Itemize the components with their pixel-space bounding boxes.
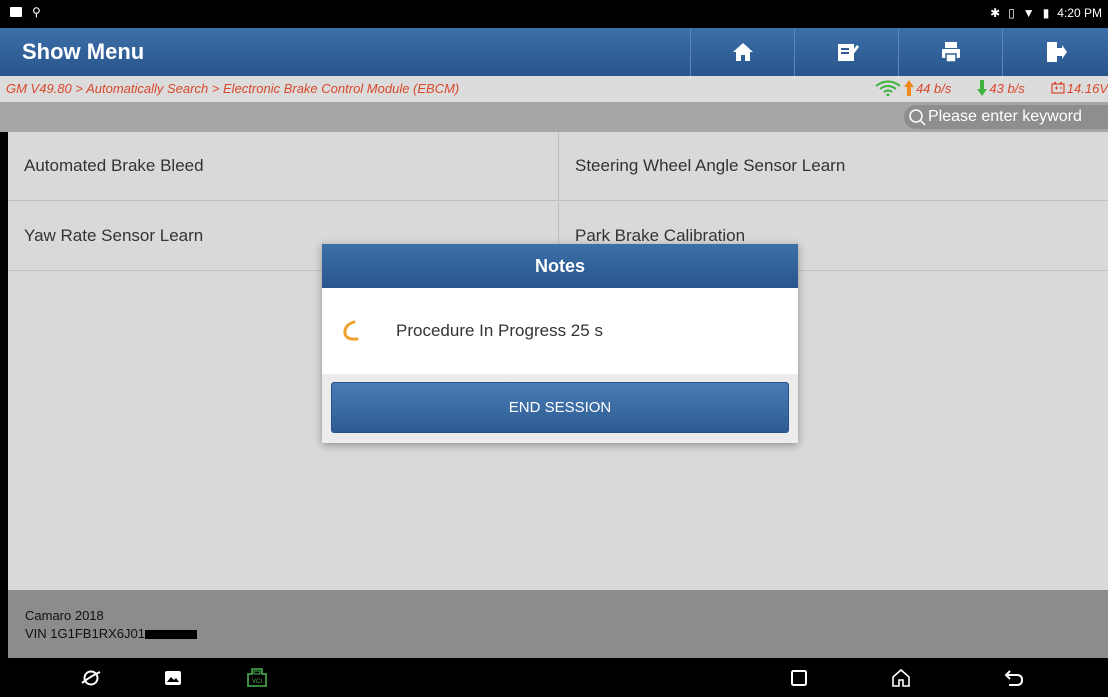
vci-button[interactable]: VCI xyxy=(246,667,268,689)
search-icon xyxy=(909,109,926,126)
menu-item-label: Yaw Rate Sensor Learn xyxy=(24,226,204,245)
home-outline-icon xyxy=(892,668,910,687)
search-placeholder: Please enter keyword xyxy=(928,108,1082,125)
planet-icon xyxy=(81,670,101,686)
menu-item-automated-brake-bleed[interactable]: Automated Brake Bleed xyxy=(8,132,558,201)
home-button[interactable] xyxy=(690,28,794,76)
usb-icon: ⚲ xyxy=(32,5,41,19)
recent-apps-button[interactable] xyxy=(788,667,810,689)
gallery-shortcut-button[interactable] xyxy=(162,667,184,689)
notes-dialog: Notes Procedure In Progress 25 s END SES… xyxy=(322,244,798,443)
back-button[interactable] xyxy=(1003,667,1025,689)
breadcrumb: GM V49.80 > Automatically Search > Elect… xyxy=(0,76,1108,102)
dialog-body: Procedure In Progress 25 s xyxy=(322,288,798,374)
dialog-message: Procedure In Progress 25 s xyxy=(396,321,603,340)
page-title: Show Menu xyxy=(22,39,145,64)
print-button[interactable] xyxy=(898,28,1002,76)
dialog-footer: END SESSION xyxy=(322,374,798,443)
battery-icon: ▮ xyxy=(1042,6,1050,20)
gallery-notification-icon xyxy=(10,7,22,17)
upload-arrow-icon xyxy=(903,80,914,96)
vin-redaction xyxy=(144,630,197,640)
browser-shortcut-button[interactable] xyxy=(80,667,102,689)
edit-report-icon xyxy=(837,44,859,61)
system-nav-bar: VCI xyxy=(0,658,1108,697)
exit-icon xyxy=(1046,42,1067,62)
menu-item-label: Automated Brake Bleed xyxy=(24,156,204,175)
vehicle-model: Camaro 2018 xyxy=(25,608,104,623)
print-icon xyxy=(941,42,960,63)
dialog-title: Notes xyxy=(322,244,798,288)
upload-rate: 44 b/s xyxy=(915,80,952,96)
exit-button[interactable] xyxy=(1002,28,1106,76)
breadcrumb-path: GM V49.80 > Automatically Search > Elect… xyxy=(6,81,460,96)
gallery-icon xyxy=(165,671,181,685)
back-arrow-icon xyxy=(1004,670,1024,686)
edit-report-button[interactable] xyxy=(794,28,898,76)
bluetooth-icon: ✱ xyxy=(990,6,1001,20)
end-session-button[interactable]: END SESSION xyxy=(331,382,789,433)
download-rate: 43 b/s xyxy=(989,80,1025,96)
loading-spinner-icon xyxy=(343,320,359,341)
vehicle-info: Camaro 2018 VIN 1G1FB1RX6J01 xyxy=(8,590,1108,658)
search-input[interactable]: Please enter keyword xyxy=(904,105,1108,129)
wifi-icon: ▼ xyxy=(1022,6,1035,20)
app-header: Show Menu xyxy=(0,28,1108,76)
battery-voltage: 14.16V xyxy=(1066,80,1108,96)
menu-item-label: Park Brake Calibration xyxy=(575,226,746,245)
menu-item-steering-wheel-angle-sensor-learn[interactable]: Steering Wheel Angle Sensor Learn xyxy=(558,132,1108,201)
status-bar: ⚲ ✱ ▯ ▼ ▮ 4:20 PM xyxy=(0,0,1108,28)
menu-item-label: Steering Wheel Angle Sensor Learn xyxy=(575,156,846,175)
search-bar: Please enter keyword xyxy=(0,102,1108,132)
download-arrow-icon xyxy=(977,80,988,96)
vin-number: VIN 1G1FB1RX6J01 xyxy=(25,626,145,641)
square-icon xyxy=(791,670,807,686)
home-nav-button[interactable] xyxy=(890,667,912,689)
vibrate-icon: ▯ xyxy=(1008,6,1015,20)
status-time: 4:20 PM xyxy=(1057,6,1102,20)
car-battery-icon xyxy=(1051,82,1065,94)
wifi-signal-icon xyxy=(875,80,901,96)
home-icon xyxy=(732,43,753,61)
vci-icon: VCI xyxy=(247,668,267,687)
connection-stats: 44 b/s 43 b/s 14.16V xyxy=(852,80,1108,96)
vin-row: VIN 1G1FB1RX6J01 xyxy=(25,625,1108,643)
svg-text:VCI: VCI xyxy=(252,679,262,685)
